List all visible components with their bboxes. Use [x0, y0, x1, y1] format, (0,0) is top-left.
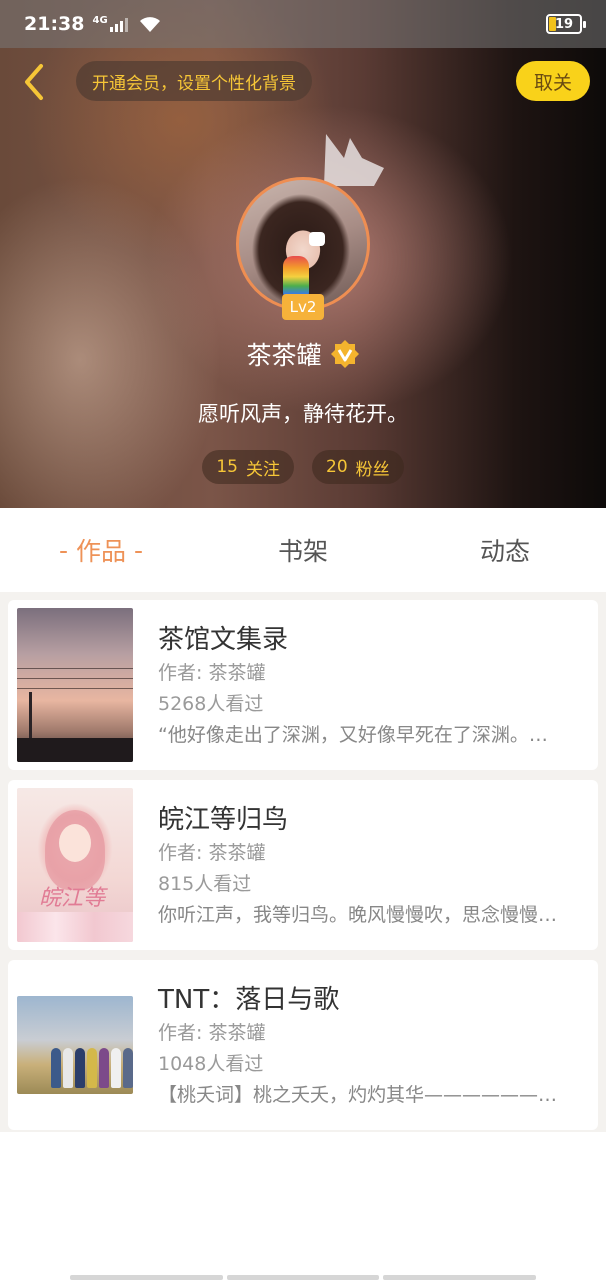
following-count: 15 — [216, 457, 238, 477]
work-title: 茶馆文集录 — [158, 625, 289, 655]
user-signature: 愿听风声，静待花开。 — [198, 402, 408, 426]
back-button[interactable] — [14, 60, 54, 104]
work-card[interactable]: 皖江等归鸟 皖江等归鸟 作者: 茶茶罐 815人看过 你听江声，我等归鸟。晚风慢… — [8, 780, 598, 950]
home-indicator — [70, 1275, 537, 1280]
user-name: 茶茶罐 — [246, 341, 322, 370]
tab-activity-label: 动态 — [479, 537, 530, 566]
work-views: 815人看过 — [158, 873, 252, 895]
work-description: “他好像走出了深渊，又好像早死在了深渊。… — [158, 724, 548, 746]
tab-works[interactable]: - 作品 - — [0, 508, 202, 592]
network-type: 4G — [92, 14, 108, 26]
tab-bar: - 作品 - 书架 动态 — [0, 508, 606, 592]
work-card[interactable]: 茶馆文集录 作者: 茶茶罐 5268人看过 “他好像走出了深渊，又好像早死在了深… — [8, 600, 598, 770]
work-title: 皖江等归鸟 — [158, 805, 289, 835]
work-author: 作者: 茶茶罐 — [158, 842, 266, 864]
tab-works-label: 作品 — [75, 537, 126, 566]
vip-background-prompt[interactable]: 开通会员，设置个性化背景 — [76, 61, 312, 101]
unfollow-button[interactable]: 取关 — [516, 61, 590, 101]
work-card[interactable]: TNT：落日与歌 作者: 茶茶罐 1048人看过 【桃夭词】桃之夭夭，灼灼其华—… — [8, 960, 598, 1130]
followers-count: 20 — [326, 457, 348, 477]
verified-v-icon — [330, 340, 359, 368]
following-pill[interactable]: 15 关注 — [202, 450, 294, 484]
profile-header: 21:38 4G 19 开通会员，设置个性化背景 取关 Lv2 茶茶罐 愿听风声… — [0, 0, 606, 508]
level-badge: Lv2 — [282, 294, 324, 320]
stats-row: 15 关注 20 粉丝 — [0, 450, 606, 484]
battery-icon: 19 — [546, 14, 586, 34]
chevron-left-icon — [25, 64, 43, 100]
signal-icon — [109, 16, 128, 32]
work-cover — [17, 608, 133, 762]
tab-bookshelf-label: 书架 — [277, 537, 328, 566]
work-views: 5268人看过 — [158, 693, 264, 715]
tab-activity[interactable]: 动态 — [404, 508, 606, 592]
crown-icon — [324, 134, 384, 186]
works-list: 茶馆文集录 作者: 茶茶罐 5268人看过 “他好像走出了深渊，又好像早死在了深… — [0, 592, 606, 1132]
followers-pill[interactable]: 20 粉丝 — [312, 450, 404, 484]
work-description: 你听江声，我等归鸟。晚风慢慢吹，思念慢慢… — [158, 904, 558, 926]
work-views: 1048人看过 — [158, 1053, 264, 1075]
user-name-row: 茶茶罐 — [0, 336, 606, 372]
tab-bookshelf[interactable]: 书架 — [202, 508, 404, 592]
work-cover: 皖江等归鸟 — [17, 788, 133, 942]
work-title: TNT：落日与歌 — [158, 985, 340, 1015]
status-bar: 21:38 4G 19 — [0, 0, 606, 48]
work-author: 作者: 茶茶罐 — [158, 1022, 266, 1044]
work-description: 【桃夭词】桃之夭夭，灼灼其华——————… — [158, 1084, 558, 1106]
work-cover — [17, 996, 133, 1094]
status-time: 21:38 — [24, 13, 85, 35]
followers-label: 粉丝 — [355, 459, 390, 480]
work-author: 作者: 茶茶罐 — [158, 662, 266, 684]
wifi-icon — [139, 17, 160, 32]
following-label: 关注 — [246, 459, 280, 480]
avatar[interactable] — [236, 177, 370, 311]
battery-level: 19 — [554, 16, 574, 32]
